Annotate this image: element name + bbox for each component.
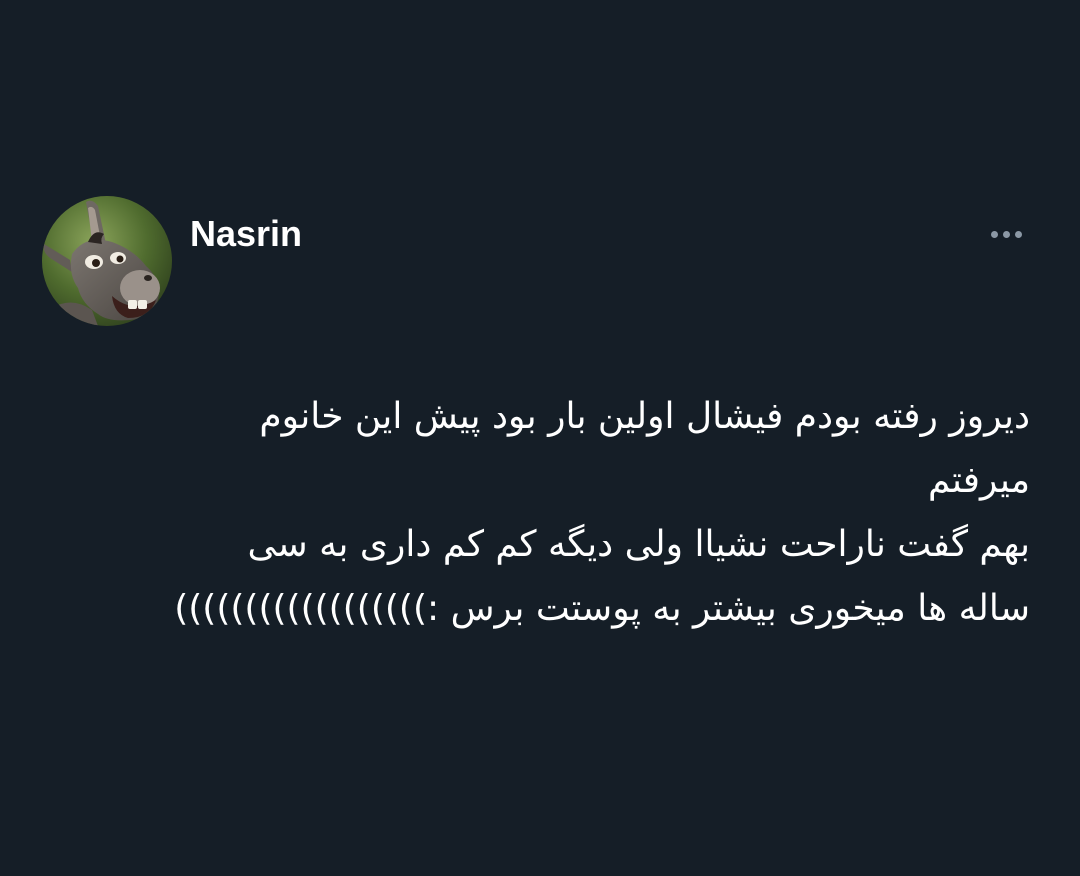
tweet-text: دیروز رفته بودم فیشال اولین بار بود پیش … xyxy=(60,385,1030,641)
tweet-card: Nasrin دیروز رفته بودم فیشال اولین بار ب… xyxy=(0,0,1080,876)
more-dots-icon xyxy=(1002,230,1010,238)
avatar[interactable] xyxy=(42,196,172,326)
more-dots-icon xyxy=(990,230,998,238)
tweet-text-line: دیروز رفته بودم فیشال اولین بار بود پیش … xyxy=(259,396,1030,437)
donkey-avatar-icon xyxy=(42,196,172,326)
author-display-name[interactable]: Nasrin xyxy=(190,212,302,256)
more-dots-icon xyxy=(1014,230,1022,238)
more-options-button[interactable] xyxy=(984,222,1028,246)
tweet-text-line: ساله ها میخوری بیشتر به پوستت برس :)))))… xyxy=(174,588,1030,629)
tweet-text-line: میرفتم xyxy=(927,460,1030,501)
tweet-text-line: بهم گفت ناراحت نشیاا ولی دیگه کم کم داری… xyxy=(247,524,1030,565)
